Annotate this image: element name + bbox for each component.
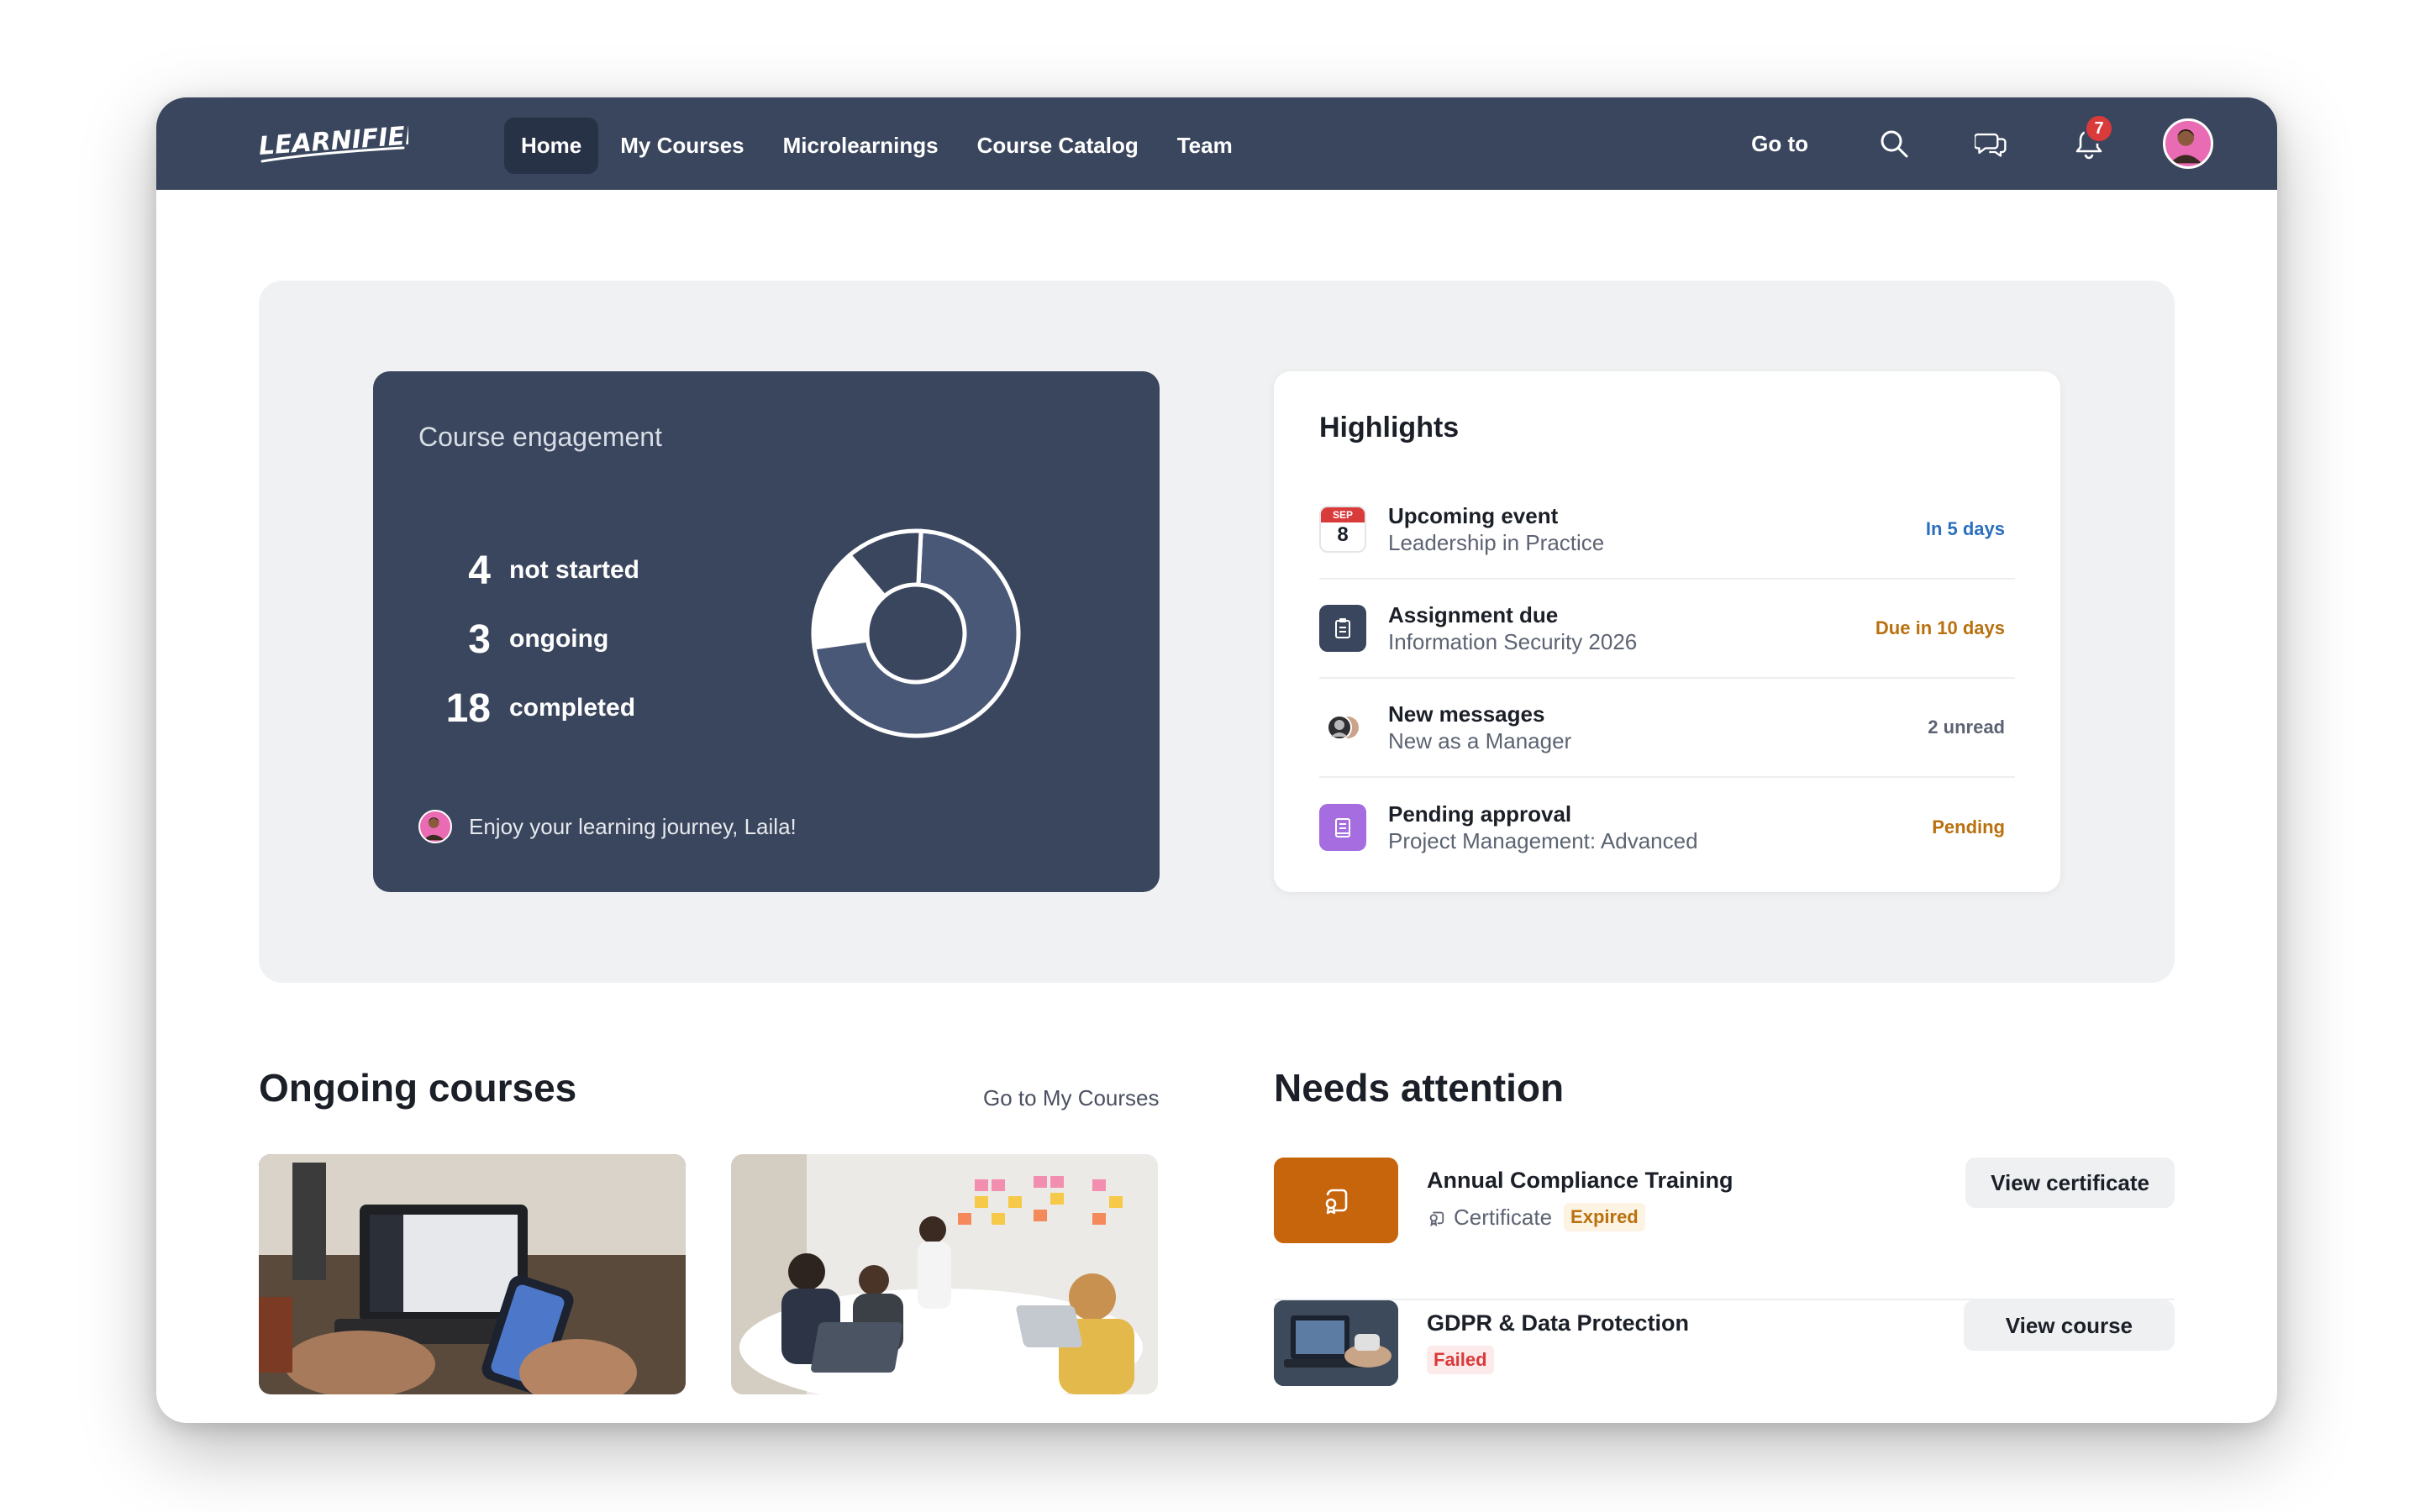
- stat-ongoing: 3 ongoing: [432, 605, 639, 674]
- clipboard-icon: [1319, 605, 1366, 652]
- attention-item-name: Annual Compliance Training: [1427, 1168, 1733, 1193]
- view-course-button[interactable]: View course: [1963, 1300, 2175, 1351]
- calendar-icon: SEP 8: [1319, 506, 1366, 553]
- highlight-name: Pending approval: [1388, 801, 1572, 827]
- highlight-subtitle: New as a Manager: [1388, 728, 1572, 753]
- chat-icon[interactable]: [1968, 120, 2015, 167]
- stat-count: 18: [445, 685, 491, 731]
- attention-item-type: Certificate: [1454, 1204, 1553, 1230]
- team-photo-icon: [731, 1154, 1158, 1394]
- attention-item: GDPR & Data Protection Failed View cours…: [1274, 1300, 2175, 1423]
- highlight-assignment-due[interactable]: Assignment due Information Security 2026…: [1319, 580, 2015, 679]
- highlight-name: Assignment due: [1388, 602, 1559, 627]
- people-icon: [1319, 704, 1366, 751]
- highlight-upcoming-event[interactable]: SEP 8 Upcoming event Leadership in Pract…: [1319, 480, 2015, 580]
- user-avatar-small: [418, 810, 452, 843]
- dashboard-hero: Course engagement 4 not started 3 ongoin…: [259, 281, 2175, 983]
- attention-item: Annual Compliance Training Certificate E…: [1274, 1158, 2175, 1300]
- highlight-subtitle: Project Management: Advanced: [1388, 828, 1698, 853]
- highlight-name: New messages: [1388, 701, 1545, 727]
- engagement-footer: Enjoy your learning journey, Laila!: [418, 810, 797, 843]
- attention-item-meta: Failed: [1415, 1346, 1494, 1374]
- laptop-photo-icon: [259, 1154, 686, 1394]
- course-thumbnail: [1274, 1300, 1398, 1386]
- status-badge: Failed: [1427, 1346, 1494, 1374]
- goto-menu[interactable]: Go to: [1751, 131, 1808, 157]
- nav-microlearnings[interactable]: Microlearnings: [766, 118, 955, 174]
- needs-attention-title: Needs attention: [1274, 1066, 1565, 1110]
- highlight-pending-approval[interactable]: Pending approval Project Management: Adv…: [1319, 778, 2015, 877]
- highlights-card: Highlights SEP 8 Upcoming event Leadersh…: [1274, 371, 2060, 892]
- certificate-icon: [1325, 1189, 1348, 1215]
- search-icon[interactable]: [1870, 120, 1918, 167]
- highlight-text: Upcoming event Leadership in Practice: [1388, 502, 1926, 556]
- certificate-thumbnail: [1274, 1158, 1398, 1243]
- svg-text:LEARNIFIER: LEARNIFIER: [258, 120, 408, 161]
- bell-icon[interactable]: 7: [2065, 113, 2114, 167]
- certificate-small-icon: [1429, 1211, 1444, 1226]
- course-card-thumbnail[interactable]: [731, 1154, 1158, 1394]
- highlight-subtitle: Leadership in Practice: [1388, 530, 1605, 555]
- engagement-title: Course engagement: [418, 422, 662, 452]
- nav-course-catalog[interactable]: Course Catalog: [960, 118, 1155, 174]
- laptop-photo-icon: [1274, 1300, 1398, 1386]
- highlight-status: In 5 days: [1925, 518, 2005, 539]
- stat-label: ongoing: [509, 625, 609, 653]
- stat-not-started: 4 not started: [432, 536, 639, 605]
- greeting-text: Enjoy your learning journey, Laila!: [469, 813, 797, 839]
- highlight-subtitle: Information Security 2026: [1388, 629, 1638, 654]
- nav-my-courses[interactable]: My Courses: [603, 118, 760, 174]
- highlight-text: New messages New as a Manager: [1388, 701, 1928, 754]
- calendar-day: 8: [1337, 523, 1349, 546]
- nav-home[interactable]: Home: [504, 118, 599, 174]
- highlight-text: Pending approval Project Management: Adv…: [1388, 801, 1932, 854]
- highlight-status: 2 unread: [1928, 717, 2005, 738]
- attention-item-name: GDPR & Data Protection: [1427, 1310, 1690, 1336]
- view-certificate-button[interactable]: View certificate: [1965, 1158, 2175, 1208]
- highlights-title: Highlights: [1319, 412, 1460, 444]
- highlight-status: Pending: [1932, 816, 2005, 837]
- engagement-donut-chart: [811, 528, 1021, 738]
- highlight-status: Due in 10 days: [1875, 617, 2005, 638]
- status-badge: Expired: [1564, 1203, 1645, 1231]
- attention-item-meta: Certificate Expired: [1427, 1203, 1645, 1231]
- highlight-new-messages[interactable]: New messages New as a Manager 2 unread: [1319, 679, 2015, 778]
- calendar-month: SEP: [1321, 507, 1365, 522]
- course-card-thumbnail[interactable]: [259, 1154, 686, 1394]
- nav-team[interactable]: Team: [1160, 118, 1249, 174]
- engagement-stats: 4 not started 3 ongoing 18 completed: [432, 536, 639, 743]
- go-to-my-courses-link[interactable]: Go to My Courses: [983, 1085, 1160, 1111]
- notification-badge: 7: [2084, 113, 2114, 144]
- top-navigation: LEARNIFIER Home My Courses Microlearning…: [156, 97, 2277, 190]
- highlight-text: Assignment due Information Security 2026: [1388, 601, 1876, 655]
- nav-right: Go to 7: [1751, 97, 2213, 190]
- stat-completed: 18 completed: [432, 674, 639, 743]
- learnifier-logo[interactable]: LEARNIFIER: [255, 119, 425, 170]
- book-icon: [1319, 804, 1366, 851]
- stat-count: 3: [468, 617, 491, 662]
- ongoing-courses-title: Ongoing courses: [259, 1066, 577, 1110]
- app-window: LEARNIFIER Home My Courses Microlearning…: [156, 97, 2277, 1423]
- highlights-list: SEP 8 Upcoming event Leadership in Pract…: [1319, 480, 2015, 877]
- stat-label: not started: [509, 556, 640, 584]
- stat-label: completed: [509, 694, 636, 722]
- course-engagement-card: Course engagement 4 not started 3 ongoin…: [373, 371, 1160, 892]
- user-avatar[interactable]: [2163, 118, 2213, 169]
- highlight-name: Upcoming event: [1388, 503, 1559, 528]
- stat-count: 4: [468, 548, 491, 593]
- nav-links: Home My Courses Microlearnings Course Ca…: [504, 118, 1249, 174]
